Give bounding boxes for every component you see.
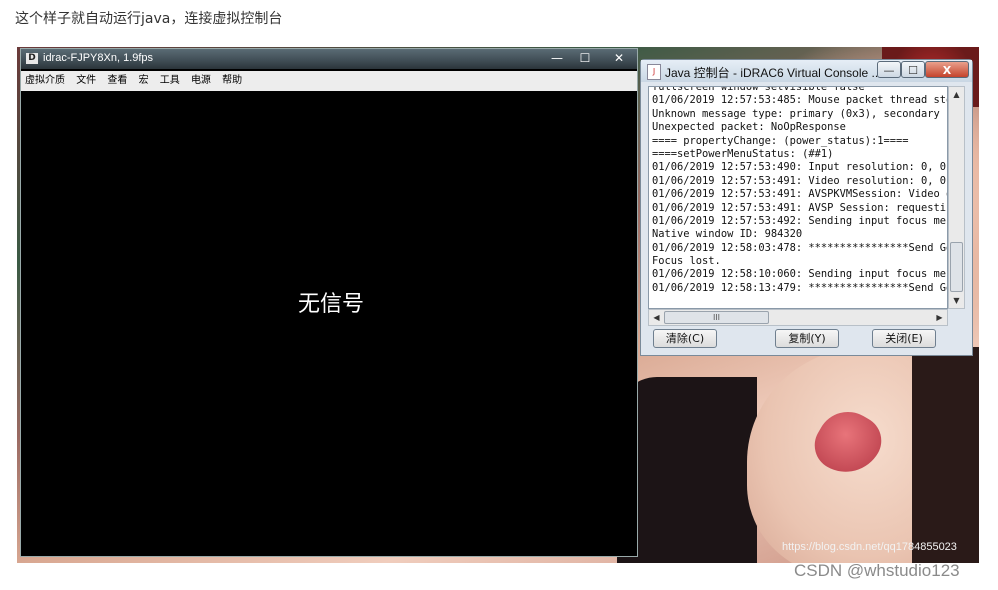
screenshot-image: D idrac-FJPY8Xn, 1.9fps — ☐ ✕ 虚拟介质 文件 查看…: [17, 47, 979, 563]
java-maximize-button[interactable]: ☐: [901, 61, 925, 78]
log-line: 01/06/2019 12:58:10:060: Sending input f…: [652, 268, 948, 281]
log-line: Focus lost.: [652, 255, 721, 268]
java-icon: J: [647, 64, 661, 80]
maximize-button[interactable]: ☐: [573, 50, 597, 66]
java-minimize-button[interactable]: —: [877, 61, 901, 78]
log-line: Unknown message type: primary (0x3), sec…: [652, 107, 948, 120]
close-button[interactable]: ✕: [607, 50, 631, 66]
java-console-title: Java 控制台 - iDRAC6 Virtual Console ...: [665, 66, 882, 80]
horizontal-scroll-thumb[interactable]: III: [664, 311, 769, 324]
article-caption: 这个样子就自动运行java，连接虚拟控制台: [15, 11, 283, 27]
log-line: 01/06/2019 12:57:53:491: AVSP Session: r…: [652, 201, 948, 214]
log-line: ==== propertyChange: (power_status):1===…: [652, 134, 909, 147]
photo-hair-right: [912, 347, 979, 563]
log-line: 01/06/2019 12:58:03:478: ***************…: [652, 241, 948, 254]
log-line: 01/06/2019 12:57:53:491: Video resolutio…: [652, 174, 947, 187]
no-signal-message: 无信号: [297, 292, 364, 317]
idrac-title-bar[interactable]: D idrac-FJPY8Xn, 1.9fps — ☐ ✕: [21, 49, 637, 69]
minimize-button[interactable]: —: [545, 50, 569, 66]
vertical-scrollbar[interactable]: ▲ ▼: [948, 86, 965, 309]
remote-screen[interactable]: 无信号: [21, 91, 637, 556]
log-line: 01/06/2019 12:58:13:479: ***************…: [652, 281, 948, 294]
scroll-left-arrow-icon[interactable]: ◀: [649, 310, 664, 325]
horizontal-scrollbar[interactable]: ◀ III ▶: [648, 309, 948, 326]
idrac-virtual-console-window: D idrac-FJPY8Xn, 1.9fps — ☐ ✕ 虚拟介质 文件 查看…: [20, 48, 638, 557]
photo-hair-left: [617, 377, 757, 563]
log-line: 01/06/2019 12:57:53:491: AVSPKVMSession:…: [652, 188, 948, 201]
scroll-down-arrow-icon[interactable]: ▼: [949, 293, 964, 308]
menu-virtual-media[interactable]: 虚拟介质: [21, 71, 69, 91]
image-watermark: https://blog.csdn.net/qq1784855023: [782, 541, 957, 553]
log-line: 01/06/2019 12:57:53:485: Mouse packet th…: [652, 94, 948, 107]
log-line: 01/06/2019 12:57:53:490: Input resolutio…: [652, 161, 947, 174]
csdn-footer-watermark: CSDN @whstudio123: [794, 561, 960, 580]
close-console-button[interactable]: 关闭(E): [872, 329, 936, 348]
log-line: Native window ID: 984320: [652, 228, 803, 241]
menu-help[interactable]: 帮助: [218, 71, 246, 91]
log-line: ====setPowerMenuStatus: (##1): [652, 147, 834, 160]
log-line: fullscreen window setVisible false: [652, 86, 865, 93]
menu-view[interactable]: 查看: [103, 71, 131, 91]
java-close-button[interactable]: X: [925, 61, 969, 78]
menu-power[interactable]: 电源: [187, 71, 215, 91]
vertical-scroll-thumb[interactable]: [950, 242, 963, 292]
java-console-title-bar[interactable]: J Java 控制台 - iDRAC6 Virtual Console ... …: [641, 60, 972, 82]
window-title: idrac-FJPY8Xn, 1.9fps: [43, 52, 154, 64]
log-line: Unexpected packet: NoOpResponse: [652, 121, 846, 134]
scroll-right-arrow-icon[interactable]: ▶: [932, 310, 947, 325]
copy-button[interactable]: 复制(Y): [775, 329, 839, 348]
menu-bar: 虚拟介质 文件 查看 宏 工具 电源 帮助: [21, 71, 637, 91]
scroll-up-arrow-icon[interactable]: ▲: [949, 87, 964, 102]
clear-button[interactable]: 清除(C): [653, 329, 717, 348]
console-log-area[interactable]: fullscreen window setVisible false 01/06…: [648, 86, 948, 309]
menu-macros[interactable]: 宏: [135, 71, 153, 91]
menu-file[interactable]: 文件: [72, 71, 100, 91]
app-icon: D: [26, 53, 38, 64]
menu-tools[interactable]: 工具: [156, 71, 184, 91]
java-console-window: J Java 控制台 - iDRAC6 Virtual Console ... …: [640, 59, 973, 356]
log-line: 01/06/2019 12:57:53:492: Sending input f…: [652, 214, 948, 227]
